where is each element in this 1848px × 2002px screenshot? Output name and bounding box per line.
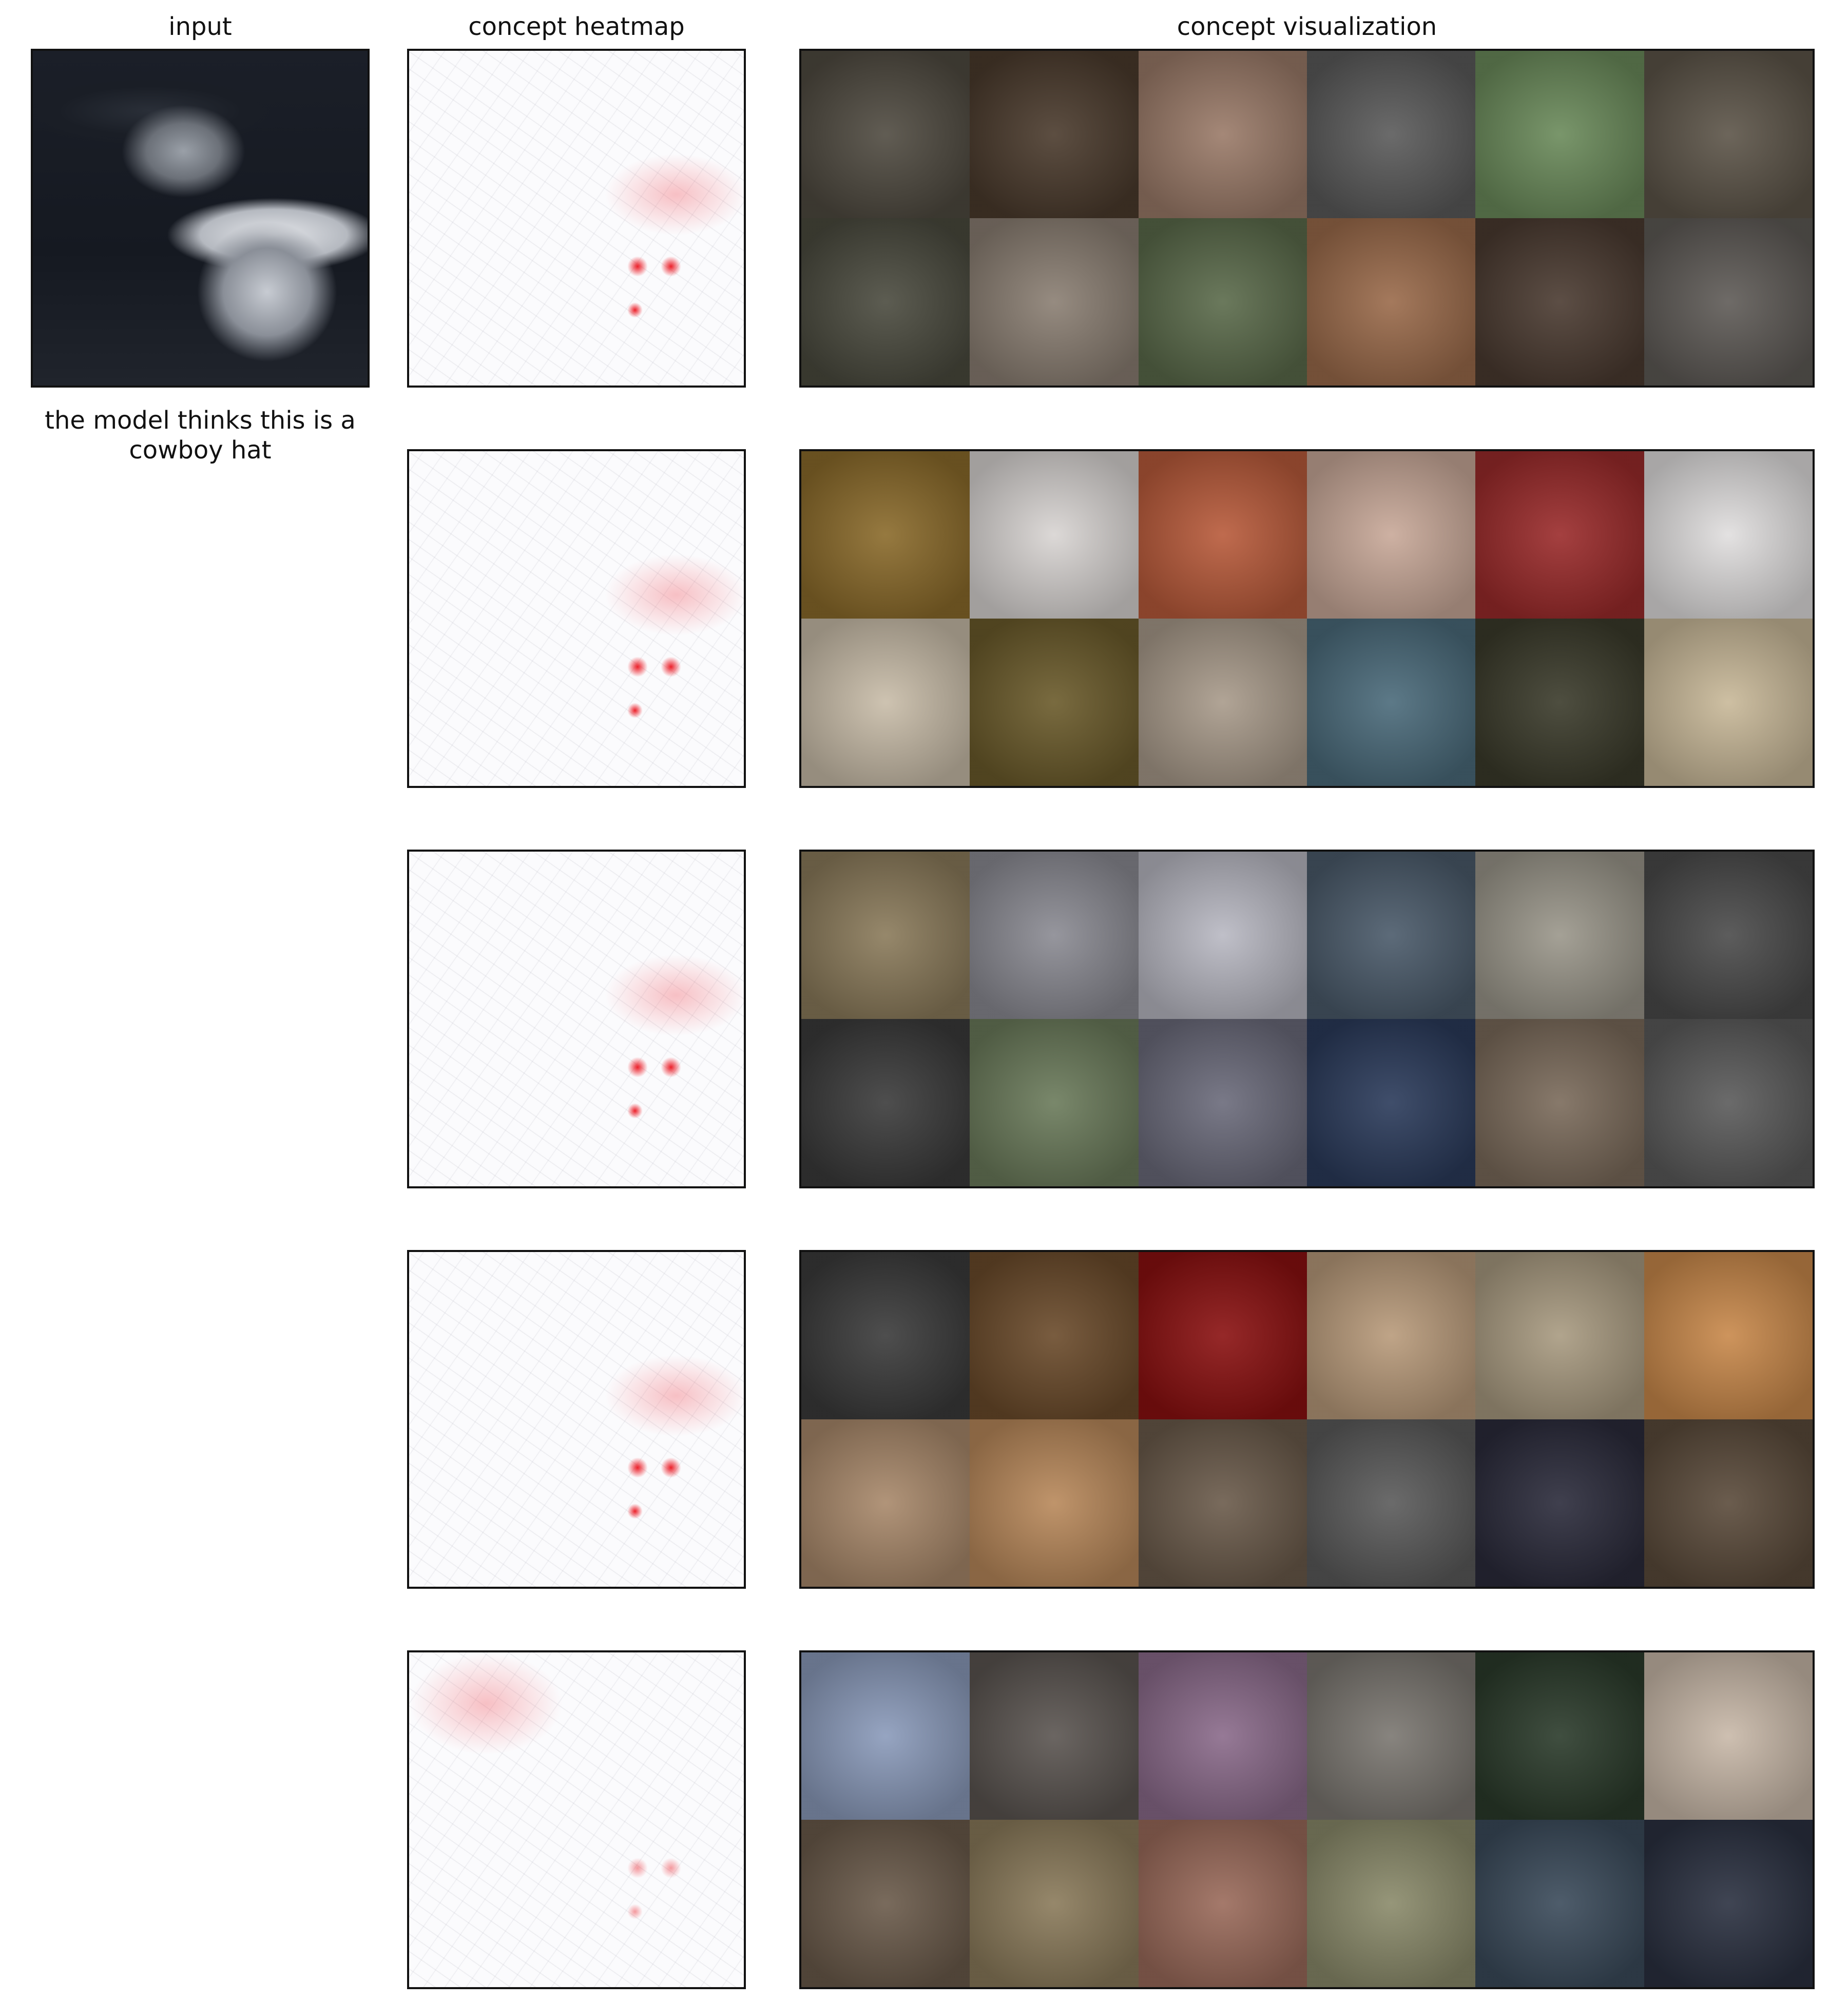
heatmap-hotspot [627, 703, 643, 718]
concept-example-image [1475, 1652, 1644, 1820]
concept-example-image [1644, 218, 1813, 386]
heatmap-column-title: concept heatmap [468, 12, 685, 41]
concept-example-image [1644, 51, 1813, 218]
heatmap-hotspot [661, 256, 681, 277]
heatmap-hotspot [627, 256, 648, 277]
concept-example-image [970, 1820, 1139, 1987]
concept-example-image [801, 619, 970, 786]
concept-visualization-grid-4 [799, 1250, 1815, 1589]
heatmap-hotspot [627, 302, 643, 318]
concept-heatmap-5 [407, 1650, 746, 1989]
heatmap-hotspot [661, 1457, 681, 1478]
input-column-title: input [168, 12, 232, 41]
concept-visualization-grid-3 [799, 850, 1815, 1188]
concept-example-image [1138, 1652, 1307, 1820]
visualization-column-title: concept visualization [1177, 12, 1437, 41]
heatmap-glow [604, 554, 744, 636]
concept-heatmap-1 [407, 49, 746, 388]
concept-example-image [1307, 1652, 1476, 1820]
heatmap-glow [409, 1652, 563, 1755]
concept-example-image [1475, 218, 1644, 386]
concept-example-image [1307, 218, 1476, 386]
concept-example-image [1138, 1019, 1307, 1186]
concept-example-image [801, 218, 970, 386]
concept-example-image [1644, 451, 1813, 619]
concept-heatmap-2 [407, 449, 746, 788]
heatmap-hotspot [627, 1057, 648, 1077]
concept-example-image [970, 218, 1139, 386]
heatmap-glow [604, 1355, 744, 1437]
concept-example-image [1644, 852, 1813, 1019]
concept-example-image [970, 51, 1139, 218]
input-image [31, 49, 370, 388]
concept-example-image [1138, 218, 1307, 386]
heatmap-hotspot [627, 1858, 648, 1878]
heatmap-hotspot [627, 1103, 643, 1119]
concept-example-image [1138, 51, 1307, 218]
concept-example-image [1475, 1419, 1644, 1587]
heatmap-hotspot [661, 657, 681, 677]
concept-heatmap-3 [407, 850, 746, 1188]
heatmap-hotspot [661, 1858, 681, 1878]
concept-example-image [1475, 852, 1644, 1019]
heatmap-glow [604, 153, 744, 236]
concept-example-image [801, 51, 970, 218]
concept-example-image [801, 451, 970, 619]
concept-example-image [1307, 1419, 1476, 1587]
concept-example-image [1475, 1019, 1644, 1186]
concept-example-image [801, 1419, 970, 1587]
concept-heatmap-4 [407, 1250, 746, 1589]
concept-example-image [970, 619, 1139, 786]
concept-example-image [801, 1252, 970, 1419]
concept-example-image [801, 1652, 970, 1820]
concept-visualization-grid-5 [799, 1650, 1815, 1989]
concept-example-image [1475, 451, 1644, 619]
concept-example-image [1138, 1419, 1307, 1587]
concept-example-image [1307, 1019, 1476, 1186]
concept-example-image [1307, 852, 1476, 1019]
concept-example-image [1307, 1252, 1476, 1419]
concept-example-image [1307, 451, 1476, 619]
concept-example-image [1644, 1252, 1813, 1419]
concept-example-image [1138, 619, 1307, 786]
concept-example-image [1138, 852, 1307, 1019]
concept-visualization-grid-2 [799, 449, 1815, 788]
heatmap-hotspot [627, 1457, 648, 1478]
heatmap-hotspot [627, 657, 648, 677]
concept-example-image [1138, 1252, 1307, 1419]
concept-visualization-grid-1 [799, 49, 1815, 388]
concept-example-image [1307, 51, 1476, 218]
concept-example-image [1475, 619, 1644, 786]
concept-example-image [801, 1820, 970, 1987]
concept-example-image [970, 1652, 1139, 1820]
concept-example-image [970, 852, 1139, 1019]
concept-example-image [1138, 451, 1307, 619]
concept-example-image [1644, 1652, 1813, 1820]
concept-example-image [801, 852, 970, 1019]
heatmap-glow [604, 954, 744, 1036]
concept-example-image [970, 1252, 1139, 1419]
concept-example-image [1644, 1019, 1813, 1186]
concept-example-image [801, 1019, 970, 1186]
concept-example-image [1644, 619, 1813, 786]
concept-example-image [1307, 1820, 1476, 1987]
concept-example-image [970, 451, 1139, 619]
heatmap-hotspot [627, 1504, 643, 1519]
concept-example-image [970, 1019, 1139, 1186]
concept-example-image [970, 1419, 1139, 1587]
concept-example-image [1644, 1820, 1813, 1987]
concept-example-image [1307, 619, 1476, 786]
prediction-caption: the model thinks this is a cowboy hat [45, 406, 356, 465]
concept-example-image [1644, 1419, 1813, 1587]
heatmap-hotspot [661, 1057, 681, 1077]
heatmap-hotspot [627, 1904, 643, 1919]
concept-example-image [1475, 1252, 1644, 1419]
concept-example-image [1138, 1820, 1307, 1987]
concept-example-image [1475, 51, 1644, 218]
concept-example-image [1475, 1820, 1644, 1987]
